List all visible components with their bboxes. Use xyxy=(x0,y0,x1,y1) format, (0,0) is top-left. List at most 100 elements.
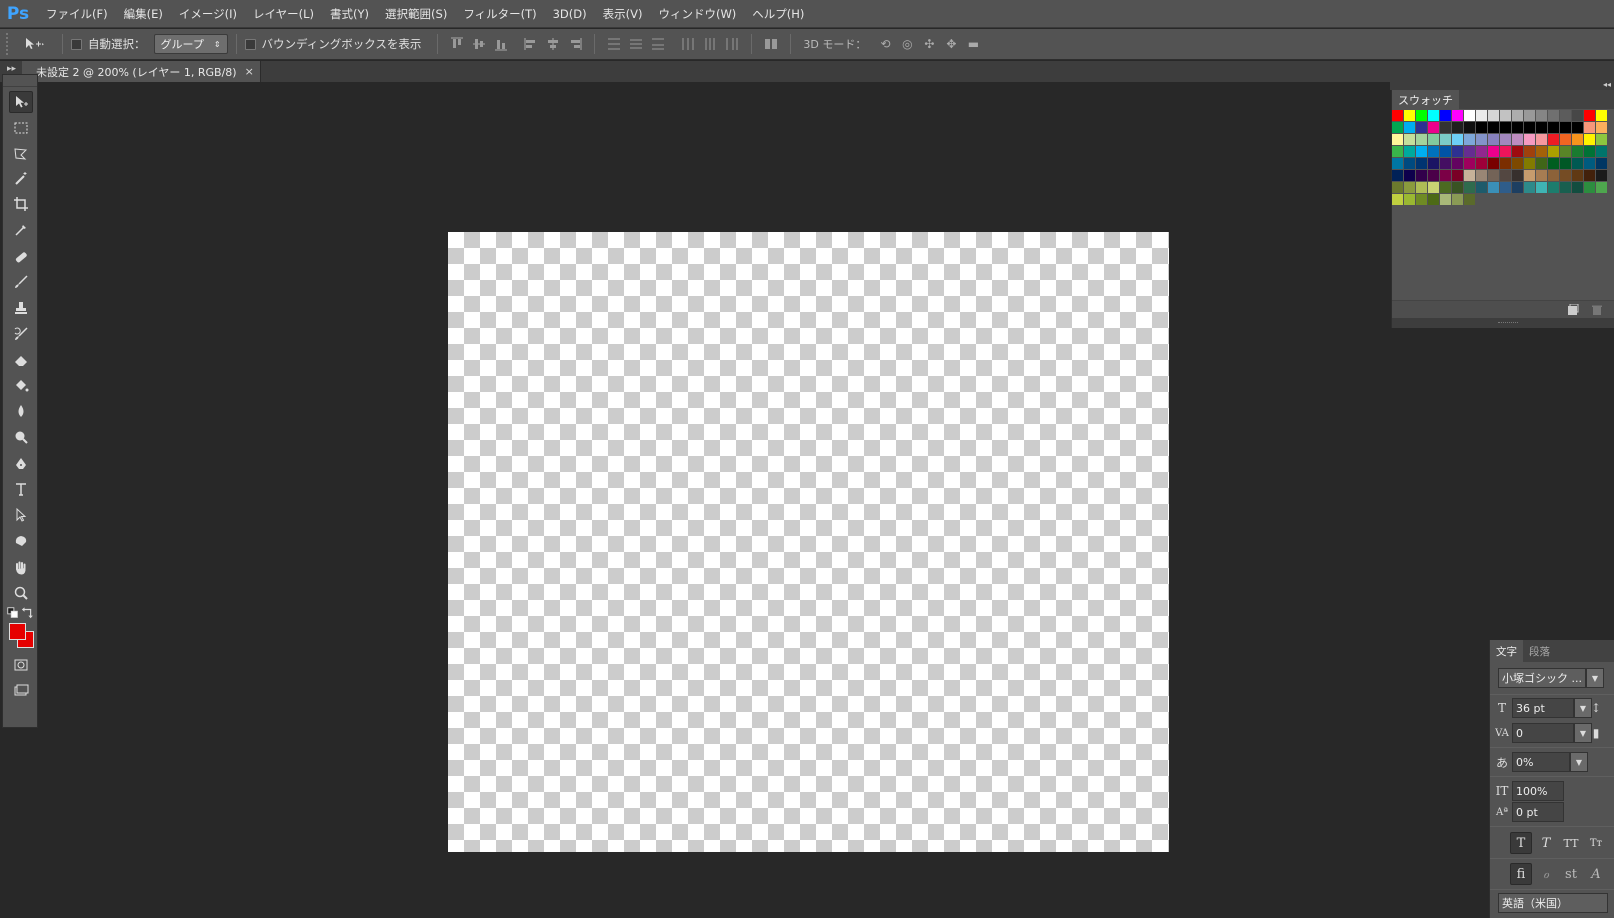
color-swatch[interactable] xyxy=(1548,158,1559,169)
align-bottom-icon[interactable] xyxy=(490,35,512,53)
color-swatch[interactable] xyxy=(1524,182,1535,193)
color-swatch[interactable] xyxy=(1452,110,1463,121)
ligature-button[interactable]: ﬁ xyxy=(1510,863,1532,885)
color-swatch[interactable] xyxy=(1488,146,1499,157)
color-swatch[interactable] xyxy=(1404,182,1415,193)
lasso-tool[interactable] xyxy=(9,143,33,165)
old-style-button[interactable]: ℴ xyxy=(1535,863,1557,885)
color-swatch[interactable] xyxy=(1464,170,1475,181)
default-colors-button[interactable] xyxy=(6,602,20,624)
color-swatch[interactable] xyxy=(1548,122,1559,133)
color-swatch[interactable] xyxy=(1488,158,1499,169)
color-swatch[interactable] xyxy=(1416,170,1427,181)
font-family-field[interactable]: 小塚ゴシック ... xyxy=(1498,668,1586,688)
color-swatch[interactable] xyxy=(1596,182,1607,193)
move-tool[interactable] xyxy=(9,91,33,113)
color-swatch[interactable] xyxy=(1560,182,1571,193)
chevron-down-icon[interactable]: ▼ xyxy=(1574,723,1592,743)
crop-tool[interactable] xyxy=(9,193,33,215)
auto-select-dropdown[interactable]: グループ ⇕ xyxy=(153,34,228,54)
align-right-icon[interactable] xyxy=(564,35,586,53)
color-swatch[interactable] xyxy=(1548,182,1559,193)
menu-filter[interactable]: フィルター(T) xyxy=(463,6,536,22)
color-swatch[interactable] xyxy=(1416,194,1427,205)
color-swatch[interactable] xyxy=(1476,158,1487,169)
trash-icon[interactable] xyxy=(1591,304,1603,316)
distribute-top-icon[interactable] xyxy=(603,35,625,53)
color-swatch[interactable] xyxy=(1548,110,1559,121)
color-swatch[interactable] xyxy=(1500,182,1511,193)
color-swatch[interactable] xyxy=(1536,110,1547,121)
color-swatch[interactable] xyxy=(1404,122,1415,133)
tsume-field[interactable]: 0% xyxy=(1512,752,1570,772)
titling-button[interactable]: T xyxy=(1610,863,1614,885)
color-swatch[interactable] xyxy=(1428,170,1439,181)
menu-type[interactable]: 書式(Y) xyxy=(330,6,369,22)
baseline-shift-field[interactable]: 0 pt xyxy=(1512,802,1564,822)
color-swatch[interactable] xyxy=(1476,146,1487,157)
swash-button[interactable]: st xyxy=(1560,863,1582,885)
align-top-icon[interactable] xyxy=(446,35,468,53)
color-swatch[interactable] xyxy=(1572,182,1583,193)
color-swatch[interactable] xyxy=(1536,170,1547,181)
color-swatch[interactable] xyxy=(1428,194,1439,205)
panel-resize-handle[interactable] xyxy=(1392,318,1614,328)
expand-panels-icon[interactable]: ▸▸ xyxy=(7,64,16,74)
color-swatch[interactable] xyxy=(1416,134,1427,145)
color-swatch[interactable] xyxy=(1452,158,1463,169)
options-grip[interactable] xyxy=(6,33,14,55)
color-swatch[interactable] xyxy=(1560,146,1571,157)
color-swatch[interactable] xyxy=(1428,110,1439,121)
document-canvas[interactable] xyxy=(448,232,1169,852)
color-swatch[interactable] xyxy=(1476,122,1487,133)
distribute-right-icon[interactable] xyxy=(721,35,743,53)
screen-mode-button[interactable] xyxy=(9,680,33,702)
color-swatch[interactable] xyxy=(1596,134,1607,145)
distribute-left-icon[interactable] xyxy=(677,35,699,53)
color-swatch[interactable] xyxy=(1392,146,1403,157)
distribute-bottom-icon[interactable] xyxy=(647,35,669,53)
3d-rotate-icon[interactable]: ⟲ xyxy=(874,35,896,53)
hand-tool[interactable] xyxy=(9,557,33,579)
color-swatch[interactable] xyxy=(1488,170,1499,181)
color-swatch[interactable] xyxy=(1572,170,1583,181)
color-swatch[interactable] xyxy=(1512,122,1523,133)
color-swatch[interactable] xyxy=(1476,134,1487,145)
document-tab[interactable]: 未設定 2 @ 200% (レイヤー 1, RGB/8) × xyxy=(22,61,261,82)
clone-stamp-tool[interactable] xyxy=(9,297,33,319)
color-swatch[interactable] xyxy=(1440,194,1451,205)
color-swatch[interactable] xyxy=(1464,146,1475,157)
chevron-down-icon[interactable]: ▼ xyxy=(1570,752,1588,772)
small-caps-button[interactable]: Tт xyxy=(1585,832,1607,854)
color-swatch[interactable] xyxy=(1464,134,1475,145)
color-swatch[interactable] xyxy=(1584,170,1595,181)
color-swatch[interactable] xyxy=(1440,158,1451,169)
color-swatch[interactable] xyxy=(1488,110,1499,121)
tab-character[interactable]: 文字 xyxy=(1490,640,1523,662)
bounding-box-checkbox[interactable] xyxy=(244,38,256,50)
brush-tool[interactable] xyxy=(9,271,33,293)
color-swatch[interactable] xyxy=(1536,146,1547,157)
color-swatch[interactable] xyxy=(1512,146,1523,157)
color-swatch[interactable] xyxy=(1512,134,1523,145)
color-swatch[interactable] xyxy=(1476,182,1487,193)
color-swatch[interactable] xyxy=(1452,170,1463,181)
color-swatch[interactable] xyxy=(1440,182,1451,193)
color-swatch[interactable] xyxy=(1404,170,1415,181)
color-swatch[interactable] xyxy=(1584,110,1595,121)
color-swatch[interactable] xyxy=(1416,182,1427,193)
color-swatch[interactable] xyxy=(1392,194,1403,205)
color-swatch[interactable] xyxy=(1524,170,1535,181)
align-vcenter-icon[interactable] xyxy=(468,35,490,53)
color-swatch[interactable] xyxy=(1416,158,1427,169)
quick-mask-button[interactable] xyxy=(9,654,33,676)
color-swatch[interactable] xyxy=(1440,122,1451,133)
color-swatch[interactable] xyxy=(1428,122,1439,133)
stylistic-alt-button[interactable]: A xyxy=(1585,863,1607,885)
menu-edit[interactable]: 編集(E) xyxy=(124,6,163,22)
chevron-down-icon[interactable]: ▼ xyxy=(1574,698,1592,718)
color-swatch[interactable] xyxy=(1500,170,1511,181)
color-swatch[interactable] xyxy=(1404,146,1415,157)
color-swatch[interactable] xyxy=(1404,110,1415,121)
color-swatch[interactable] xyxy=(1428,146,1439,157)
